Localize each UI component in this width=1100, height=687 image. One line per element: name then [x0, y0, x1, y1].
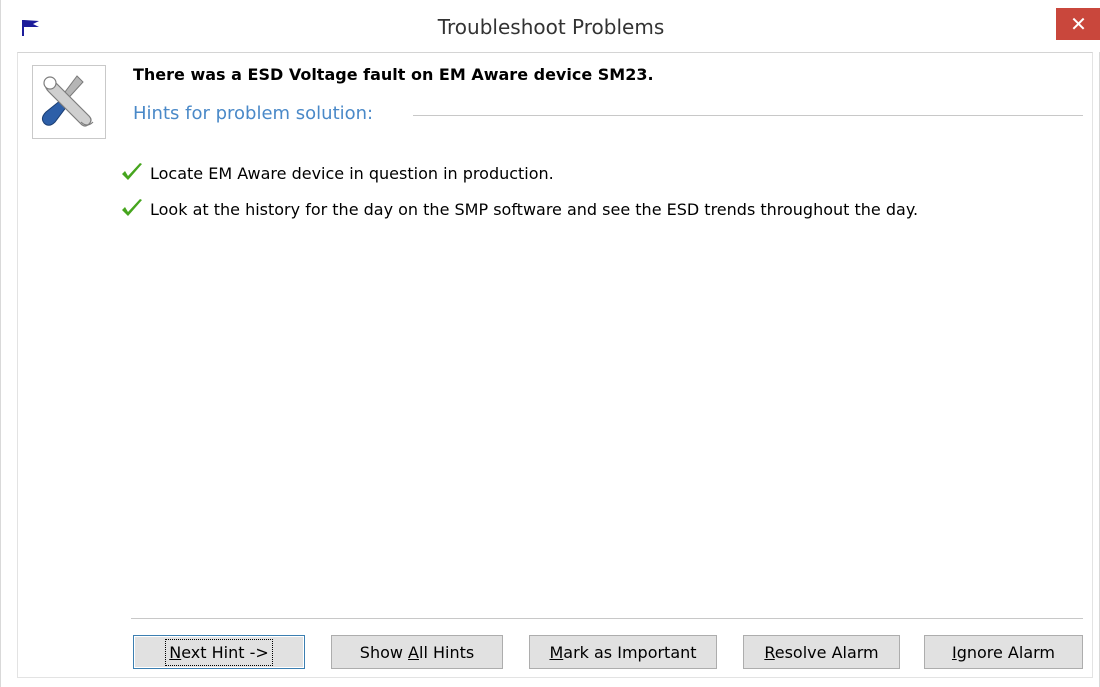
- troubleshoot-dialog: Troubleshoot Problems ✕ There was a ESD …: [0, 0, 1100, 687]
- hint-text: Locate EM Aware device in question in pr…: [150, 163, 554, 183]
- resolve-alarm-button[interactable]: Resolve Alarm: [743, 635, 900, 669]
- mark-as-important-button[interactable]: Mark as Important: [529, 635, 717, 669]
- show-all-hints-button[interactable]: Show All Hints: [331, 635, 503, 669]
- title-bar[interactable]: Troubleshoot Problems ✕: [1, 0, 1100, 52]
- wrench-screwdriver-icon: [32, 65, 106, 139]
- hint-text: Look at the history for the day on the S…: [150, 199, 919, 219]
- resolve-alarm-label: Resolve Alarm: [764, 642, 879, 662]
- button-divider: [131, 618, 1083, 619]
- show-all-hints-label: Show All Hints: [359, 642, 475, 662]
- next-hint-button[interactable]: Next Hint ->: [133, 635, 305, 669]
- dialog-content: There was a ESD Voltage fault on EM Awar…: [17, 52, 1093, 678]
- close-icon: ✕: [1070, 12, 1087, 36]
- checkmark-icon: [122, 163, 142, 180]
- hint-item: Look at the history for the day on the S…: [120, 196, 918, 222]
- fault-message: There was a ESD Voltage fault on EM Awar…: [133, 65, 654, 84]
- mark-as-important-label: Mark as Important: [549, 642, 697, 662]
- checkmark-icon: [122, 199, 142, 216]
- hint-item: Locate EM Aware device in question in pr…: [120, 160, 554, 186]
- window-title: Troubleshoot Problems: [437, 15, 665, 39]
- ignore-alarm-button[interactable]: Ignore Alarm: [924, 635, 1083, 669]
- close-button[interactable]: ✕: [1056, 8, 1100, 40]
- next-hint-label: Next Hint ->: [165, 638, 273, 666]
- hints-divider: [413, 115, 1083, 116]
- ignore-alarm-label: Ignore Alarm: [951, 642, 1056, 662]
- hints-header: Hints for problem solution:: [133, 103, 374, 124]
